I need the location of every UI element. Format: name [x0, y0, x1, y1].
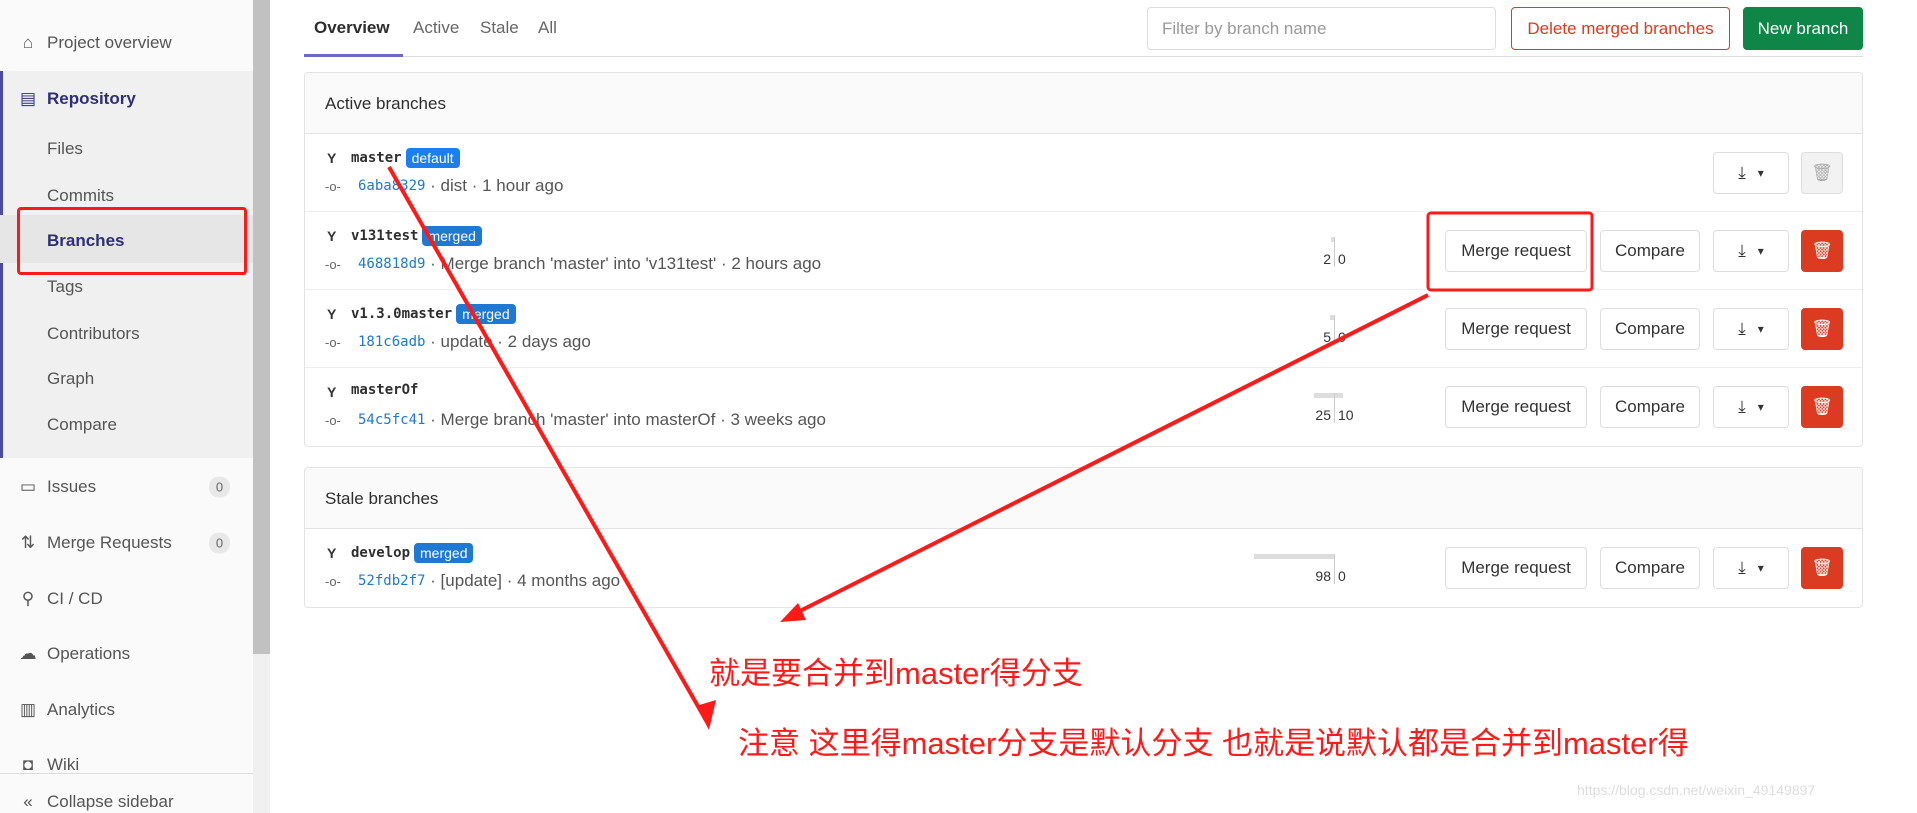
annotation-box-merge-request — [1426, 211, 1594, 292]
annotation-text-2: 注意 这里得master分支是默认分支 也就是说默认都是合并到master得 — [738, 726, 1689, 761]
annotation-arrow-master — [387, 166, 709, 723]
annotation-arrowhead-merge — [780, 603, 806, 622]
annotation-arrow-merge — [789, 293, 1429, 618]
watermark: https://blog.csdn.net/weixin_49149897 — [1577, 782, 1816, 798]
annotation-text-1: 就是要合并到master得分支 — [709, 656, 1083, 691]
